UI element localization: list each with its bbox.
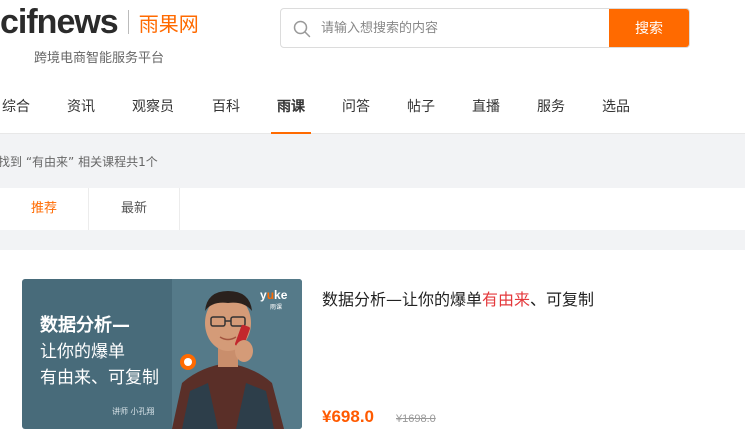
nav-item-label: 资讯	[67, 99, 95, 115]
logo-wordmark: cifnews	[0, 2, 119, 41]
nav-item-services[interactable]: 服务	[537, 96, 565, 134]
course-price: ¥698.0	[322, 407, 374, 426]
nav-item-label: 综合	[2, 99, 30, 115]
yuke-brand-sub: 雨课	[270, 304, 283, 311]
nav-item-posts[interactable]: 帖子	[407, 96, 435, 134]
course-thumbnail[interactable]: yuke 雨课 数据分析— 让你的爆单 有由来、可复制 讲师 小孔翔	[22, 279, 302, 429]
nav-item-zonghe[interactable]: 综合	[2, 96, 30, 134]
result-count-text: 找到 “有由来” 相关课程共1个	[0, 155, 158, 169]
nav-item-wiki[interactable]: 百科	[212, 96, 240, 134]
nav-item-label: 帖子	[407, 99, 435, 115]
logo-divider	[127, 10, 129, 34]
nav-item-label: 选品	[602, 99, 630, 115]
yuke-brand-logo: yuke	[260, 288, 288, 302]
thumbnail-teacher: 讲师 小孔翔	[112, 407, 155, 416]
nav-item-qa[interactable]: 问答	[342, 96, 370, 134]
site-logo[interactable]: cifnews 雨果网	[0, 2, 199, 42]
nav-item-live[interactable]: 直播	[472, 96, 500, 134]
thumbnail-title-line2: 让你的爆单	[40, 342, 125, 362]
thumbnail-title-line1: 数据分析—	[40, 315, 130, 336]
nav-item-products[interactable]: 选品	[602, 96, 630, 134]
nav-item-label: 问答	[342, 99, 370, 115]
search-keyword-highlight: 有由来	[482, 290, 531, 309]
nav-item-label: 观察员	[132, 99, 174, 115]
site-header: cifnews 雨果网 跨境电商智能服务平台 搜索	[0, 0, 745, 80]
result-summary-bar: 找到 “有由来” 相关课程共1个	[0, 134, 745, 188]
search-button[interactable]: 搜索	[609, 9, 689, 47]
tab-label: 最新	[120, 201, 147, 216]
search-icon	[293, 20, 311, 38]
sort-tabs: 推荐 最新	[0, 188, 745, 230]
search-box: 搜索	[280, 8, 690, 48]
nav-item-label: 雨课	[277, 99, 305, 115]
tab-recommended[interactable]: 推荐	[0, 188, 89, 230]
search-input[interactable]	[321, 9, 611, 47]
logo-cn-name: 雨果网	[138, 11, 199, 36]
nav-item-label: 直播	[472, 99, 500, 115]
thumbnail-title-line3: 有由来、可复制	[40, 368, 159, 388]
section-divider	[0, 230, 745, 250]
nav-item-observer[interactable]: 观察员	[132, 96, 174, 134]
course-title-link[interactable]: 数据分析—让你的爆单有由来、可复制	[322, 286, 594, 310]
course-original-price: ¥1698.0	[396, 413, 436, 425]
tab-label: 推荐	[30, 201, 57, 216]
nav-item-yuke[interactable]: 雨课	[271, 96, 311, 134]
main-nav: 综合 资讯 观察员 百科 雨课 问答 帖子 直播 服务 选品	[0, 80, 745, 134]
nav-item-label: 服务	[537, 99, 565, 115]
nav-item-label: 百科	[212, 99, 240, 115]
tab-latest[interactable]: 最新	[89, 188, 180, 230]
site-slogan: 跨境电商智能服务平台	[34, 51, 165, 66]
nav-item-news[interactable]: 资讯	[67, 96, 95, 134]
